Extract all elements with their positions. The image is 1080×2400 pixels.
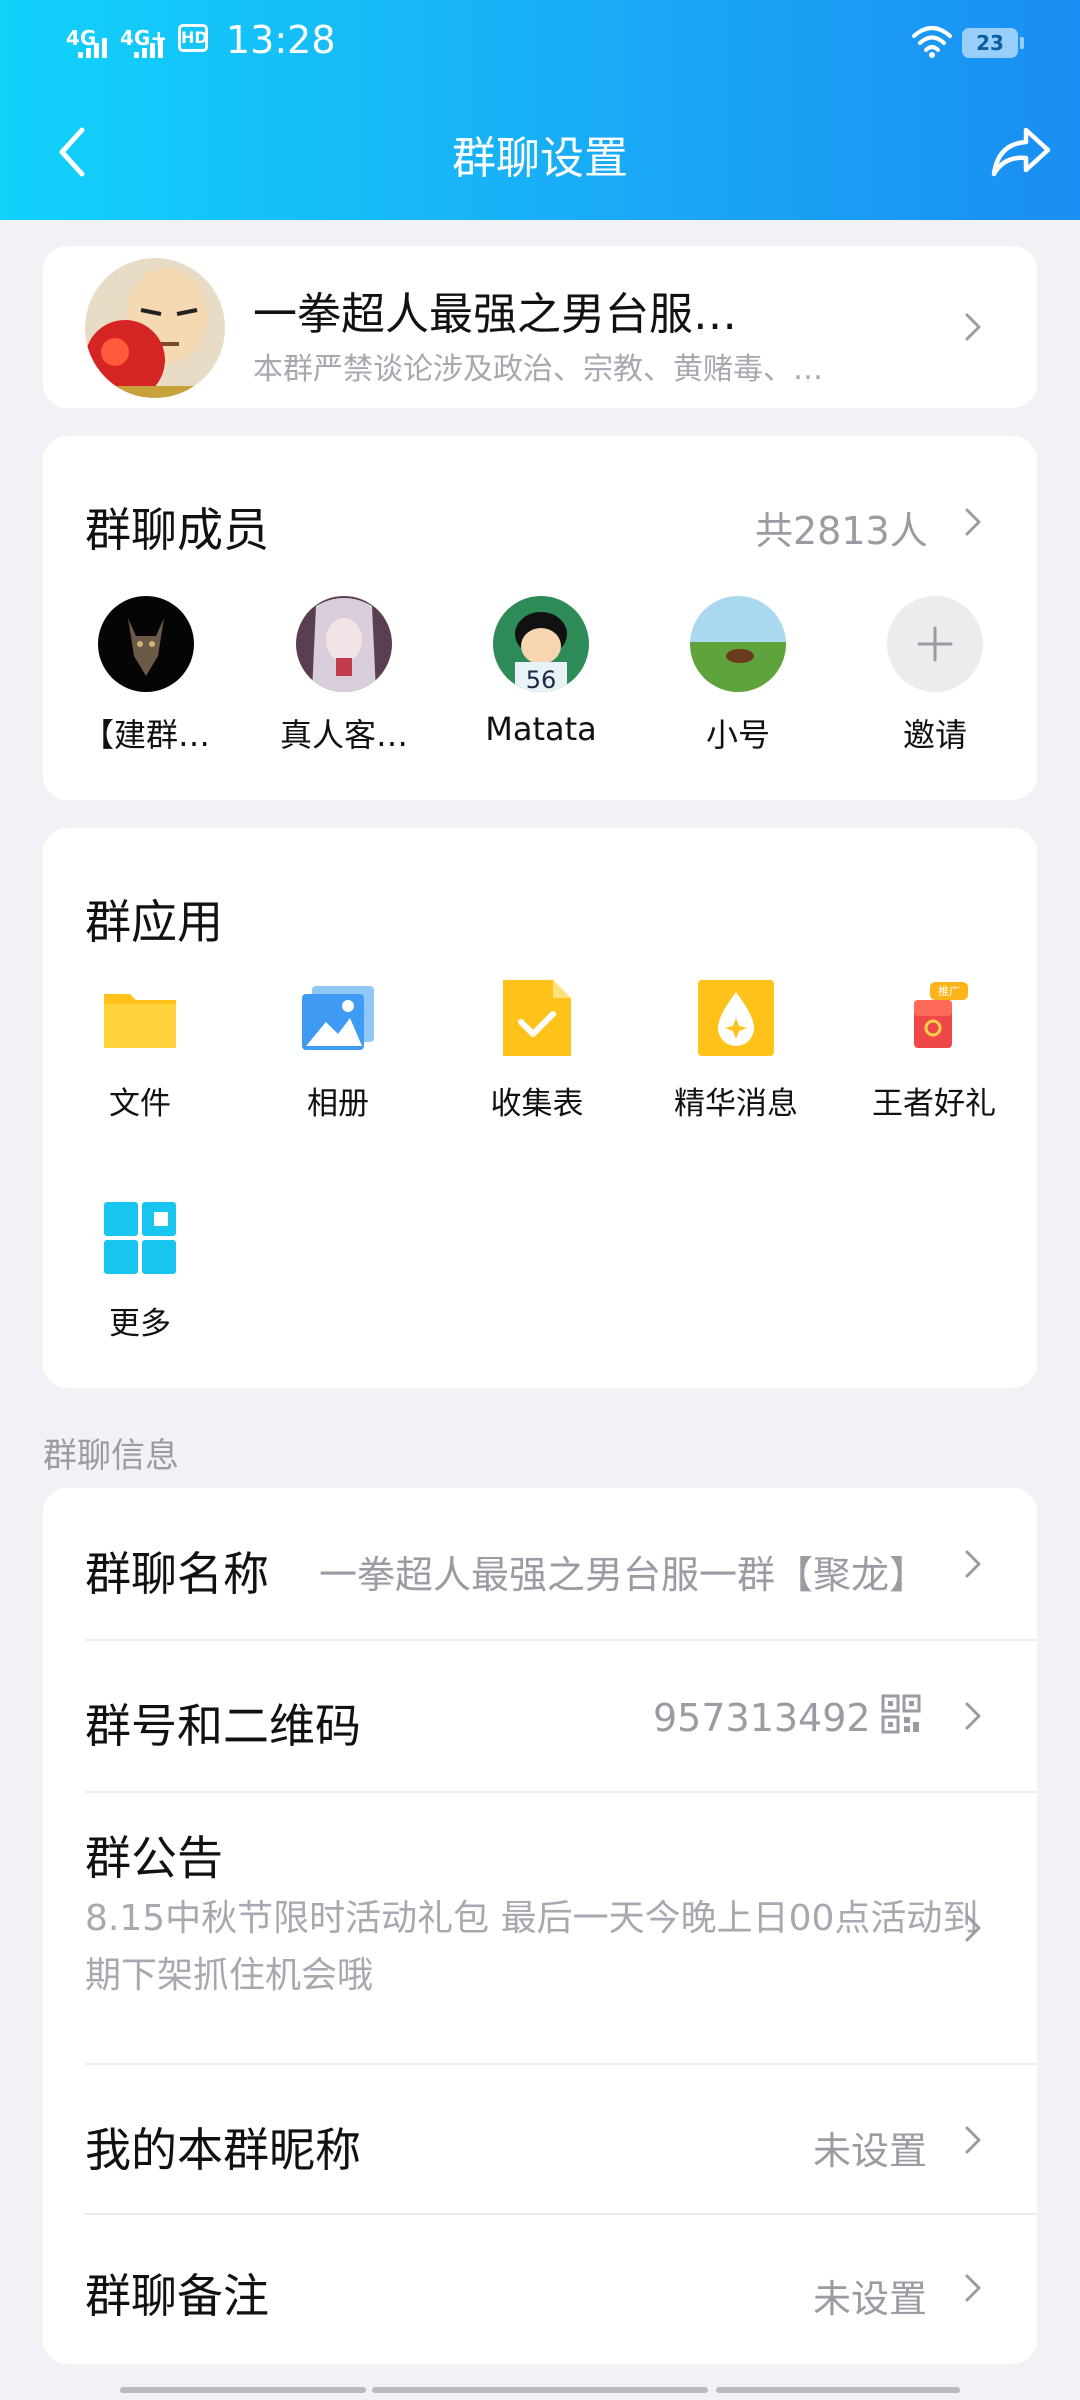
app-form[interactable]: 收集表 [437,978,637,1123]
header-bar: 4G 4G+ HD 13:28 23 群聊设置 [0,0,1080,220]
nav-indicator[interactable] [372,2387,708,2393]
chevron-right-icon [965,313,981,341]
group-info-card: 群聊名称 一拳超人最强之男台服一群【聚龙】 群号和二维码 957313492 群… [43,1488,1037,2364]
chevron-right-icon [965,2126,981,2154]
members-card: 群聊成员 共2813人 【建群… 真人客… 56 Matata 小号 邀请 [43,436,1037,800]
app-more[interactable]: 更多 [40,1198,240,1343]
status-bar: 4G 4G+ HD 13:28 23 [0,0,1080,86]
promo-badge: 推广 [938,984,960,998]
album-icon [302,986,374,1050]
group-notice-label: 群公告 [85,1831,223,1885]
status-time: 13:28 [226,18,336,62]
group-remark-row[interactable]: 群聊备注 未设置 [43,2214,1037,2364]
invite-label: 邀请 [902,716,967,754]
group-notice-text: 8.15中秋节限时活动礼包 最后一天今晚上日00点活动到期下架抓住机会哦 [85,1898,979,1996]
group-remark-value: 未设置 [813,2277,928,2321]
app-label: 相册 [307,1086,369,1122]
my-nickname-row[interactable]: 我的本群昵称 未设置 [43,2064,1037,2214]
svg-text:56: 56 [526,666,557,692]
chevron-right-icon[interactable] [963,506,983,538]
signal-bars-2-icon [134,34,163,58]
group-id-row[interactable]: 群号和二维码 957313492 [43,1640,1037,1792]
nav-indicator[interactable] [120,2387,366,2393]
battery-indicator: 23 [962,28,1024,58]
avatar [690,596,786,692]
wifi-icon [912,26,952,58]
group-apps-card: 群应用 文件 相册 收集表 精华消息 推广 王者好礼 更多 [43,828,1037,1388]
member-item[interactable]: 真人客… [254,596,434,756]
avatar [98,596,194,692]
folder-icon [104,994,176,1048]
chevron-right-icon [965,2274,981,2302]
more-apps-icon [104,1202,176,1274]
app-album[interactable]: 相册 [238,978,438,1123]
group-profile-card[interactable]: 一拳超人最强之男台服… 本群严禁谈论涉及政治、宗教、黄赌毒、… [43,246,1037,408]
group-name-row[interactable]: 群聊名称 一拳超人最强之男台服一群【聚龙】 [43,1488,1037,1640]
app-label: 收集表 [490,1086,584,1122]
chevron-right-icon [965,1550,981,1578]
signal-bars-1-icon [78,34,107,58]
app-label: 更多 [109,1306,171,1342]
app-label: 文件 [109,1086,171,1122]
my-nickname-label: 我的本群昵称 [85,2123,361,2177]
avatar: 56 [493,596,589,692]
members-title: 群聊成员 [85,503,269,557]
chevron-right-icon [965,1914,981,1942]
group-name-label: 群聊名称 [85,1547,269,1601]
nav-indicator[interactable] [716,2387,960,2393]
avatar [296,596,392,692]
gift-icon: 推广 [914,982,968,1048]
member-name: Matata [485,710,597,748]
member-item[interactable]: 小号 [648,596,828,756]
group-name: 一拳超人最强之男台服… [253,289,737,340]
form-icon [503,980,571,1056]
app-essence[interactable]: 精华消息 [636,978,836,1123]
section-label: 群聊信息 [43,1436,179,1476]
qr-code-icon [881,1694,921,1734]
app-label: 精华消息 [674,1086,798,1122]
share-icon[interactable] [990,124,1052,180]
app-files[interactable]: 文件 [40,978,240,1123]
chevron-right-icon [965,1702,981,1730]
member-name: 【建群… [81,716,210,754]
group-id-label: 群号和二维码 [85,1699,361,1753]
app-label: 王者好礼 [872,1086,996,1122]
member-name: 真人客… [279,716,408,754]
hd-icon: HD [178,24,208,52]
member-item[interactable]: 56 Matata [451,596,631,748]
group-notice-row[interactable]: 群公告 8.15中秋节限时活动礼包 最后一天今晚上日00点活动到期下架抓住机会哦 [43,1792,1037,2064]
member-count[interactable]: 共2813人 [755,500,928,555]
plus-icon [887,596,983,692]
page-title: 群聊设置 [452,133,628,184]
group-name-value: 一拳超人最强之男台服一群【聚龙】 [319,1553,928,1597]
group-id-value: 957313492 [653,1696,871,1740]
group-remark-label: 群聊备注 [85,2269,269,2323]
group-avatar [85,258,225,398]
invite-button[interactable]: 邀请 [845,596,1025,756]
member-item[interactable]: 【建群… [56,596,236,756]
app-gift[interactable]: 推广 王者好礼 [834,978,1034,1123]
essence-icon [698,980,774,1056]
member-name: 小号 [705,716,770,754]
apps-title: 群应用 [85,895,223,949]
my-nickname-value: 未设置 [813,2129,928,2173]
group-description: 本群严禁谈论涉及政治、宗教、黄赌毒、… [253,352,823,387]
